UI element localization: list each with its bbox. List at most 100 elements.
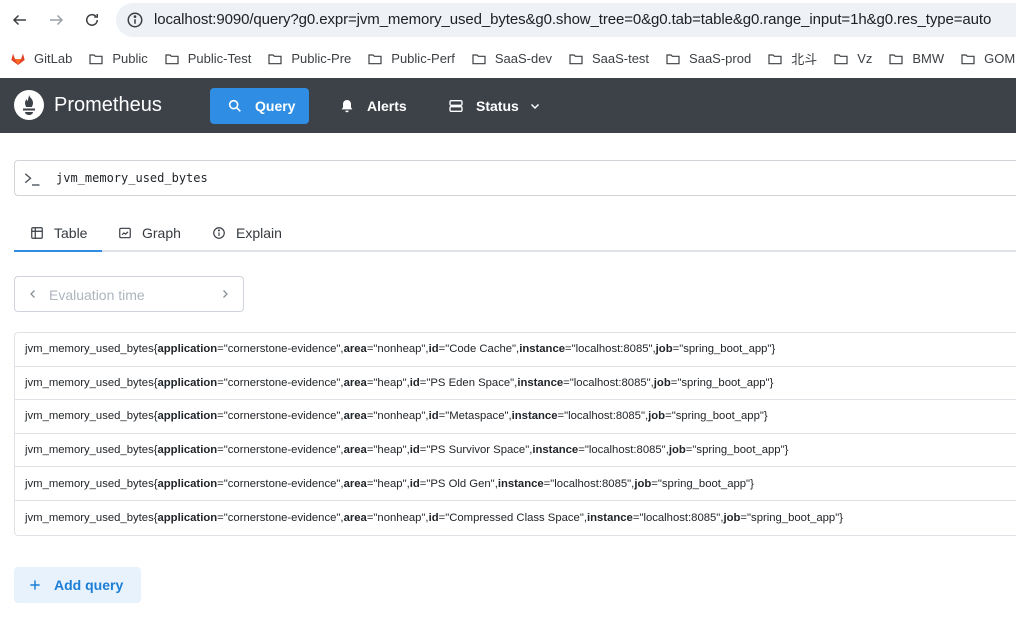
label-name: area [343, 343, 367, 356]
bookmark-saas-prod[interactable]: SaaS-prod [665, 45, 759, 73]
app-navbar: Prometheus Query Alerts Status [0, 78, 1016, 133]
label-name: instance [532, 444, 579, 457]
table-row: jvm_memory_used_bytes{application = "corne… [15, 434, 1016, 468]
bookmark-label: Vz [857, 51, 873, 66]
label-name: application [157, 444, 218, 457]
nav-alerts-button[interactable]: Alerts [339, 88, 407, 124]
label-name: id [409, 376, 420, 389]
bookmark-label: SaaS-test [591, 51, 650, 66]
folder-icon [268, 53, 282, 64]
expression-input[interactable]: jvm_memory_used_bytes [14, 160, 1016, 196]
label-name: instance [511, 410, 558, 423]
table-icon [31, 227, 43, 239]
label-value: "localhost:8085" [550, 477, 632, 490]
label-value: "Metaspace" [445, 410, 509, 423]
bookmark-saas-test[interactable]: SaaS-test [568, 45, 657, 73]
address-bar[interactable]: localhost:9090/query?g0.expr=jvm_memory_… [116, 3, 1016, 37]
evaluation-time-input[interactable]: Evaluation time [49, 287, 145, 303]
graph-icon [119, 227, 131, 239]
label-value: "cornerstone-evidence" [223, 410, 341, 423]
info-icon[interactable] [126, 11, 144, 29]
bookmark-public-perf[interactable]: Public-Perf [367, 45, 463, 73]
nav-query-button[interactable]: Query [210, 88, 309, 124]
bookmark-vz[interactable]: Vz [833, 45, 880, 73]
label-value: "nonheap" [373, 410, 426, 423]
table-row: jvm_memory_used_bytes{application = "corne… [15, 467, 1016, 501]
folder-icon [472, 53, 486, 64]
label-name: application [157, 511, 218, 524]
label-name: area [343, 376, 367, 389]
bookmark-saas-dev[interactable]: SaaS-dev [471, 45, 560, 73]
brand[interactable]: Prometheus [14, 90, 162, 120]
label-value: "spring_boot_app" [677, 376, 770, 389]
tab-explain-label: Explain [236, 225, 282, 241]
forward-button[interactable] [44, 8, 68, 32]
label-value: "heap" [373, 376, 407, 389]
label-value: "PS Survivor Space" [426, 444, 530, 457]
chevron-right-icon[interactable] [219, 288, 231, 300]
folder-icon [89, 53, 103, 64]
label-value: "spring_boot_app" [747, 511, 840, 524]
label-value: "cornerstone-evidence" [223, 511, 341, 524]
url-text: localhost:9090/query?g0.expr=jvm_memory_… [154, 11, 992, 28]
bookmark-beidou[interactable]: 北斗 [767, 45, 825, 73]
arrow-left-icon [12, 14, 26, 26]
label-value: "localhost:8085" [564, 410, 645, 423]
bookmark-gom[interactable]: GOM [960, 45, 1016, 73]
label-value: "cornerstone-evidence" [223, 343, 341, 356]
search-icon [228, 99, 241, 112]
add-query-button[interactable]: Add query [14, 567, 141, 603]
results-table: jvm_memory_used_bytes{application = "corne… [14, 332, 1016, 536]
folder-icon [834, 53, 848, 64]
bookmark-label: Public-Perf [391, 51, 455, 66]
table-row: jvm_memory_used_bytes{application = "corne… [15, 333, 1016, 367]
folder-icon [666, 53, 680, 64]
label-name: id [409, 444, 420, 457]
label-name: area [343, 444, 367, 457]
label-name: application [157, 410, 218, 423]
metric-name: jvm_memory_used_bytes [25, 444, 154, 457]
bookmark-label: SaaS-dev [494, 51, 552, 66]
nav-query-label: Query [255, 98, 296, 114]
chevron-left-icon[interactable] [27, 288, 39, 300]
server-icon [449, 100, 463, 112]
reload-icon [86, 13, 98, 26]
label-name: instance [497, 477, 544, 490]
tab-explain[interactable]: Explain [212, 216, 282, 250]
label-value: "cornerstone-evidence" [223, 444, 341, 457]
reload-button[interactable] [80, 8, 104, 32]
bell-icon [341, 100, 353, 113]
bookmark-public[interactable]: Public [88, 45, 155, 73]
label-name: job [668, 444, 686, 457]
bookmark-label: GOM [984, 51, 1016, 66]
label-value: "spring_boot_app" [679, 343, 772, 356]
folder-icon [961, 53, 975, 64]
label-value: "Compressed Class Space" [445, 511, 584, 524]
metric-name: jvm_memory_used_bytes [25, 343, 154, 356]
label-name: application [157, 477, 218, 490]
nav-alerts-label: Alerts [367, 98, 407, 114]
plus-icon [30, 580, 40, 590]
terminal-prompt-icon [24, 173, 40, 186]
bookmark-public-pre[interactable]: Public-Pre [267, 45, 359, 73]
label-name: id [428, 511, 439, 524]
prometheus-logo-icon [14, 90, 44, 120]
bookmark-bmw[interactable]: BMW [888, 45, 952, 73]
tab-graph[interactable]: Graph [118, 216, 181, 250]
bookmark-label: 北斗 [791, 52, 818, 67]
label-value: "localhost:8085" [639, 511, 721, 524]
bookmark-public-test[interactable]: Public-Test [164, 45, 260, 73]
label-name: instance [586, 511, 633, 524]
tab-table[interactable]: Table [14, 216, 102, 252]
label-name: job [648, 410, 666, 423]
bookmark-label: Public-Test [187, 51, 252, 66]
bookmark-gitlab[interactable]: GitLab [10, 45, 80, 73]
nav-status-dropdown[interactable]: Status [448, 88, 541, 124]
folder-icon [889, 53, 903, 64]
back-button[interactable] [8, 8, 32, 32]
label-value: "spring_boot_app" [692, 444, 785, 457]
label-value: "nonheap" [373, 343, 426, 356]
gitlab-icon [11, 53, 25, 65]
label-name: application [157, 376, 218, 389]
label-name: id [409, 477, 420, 490]
